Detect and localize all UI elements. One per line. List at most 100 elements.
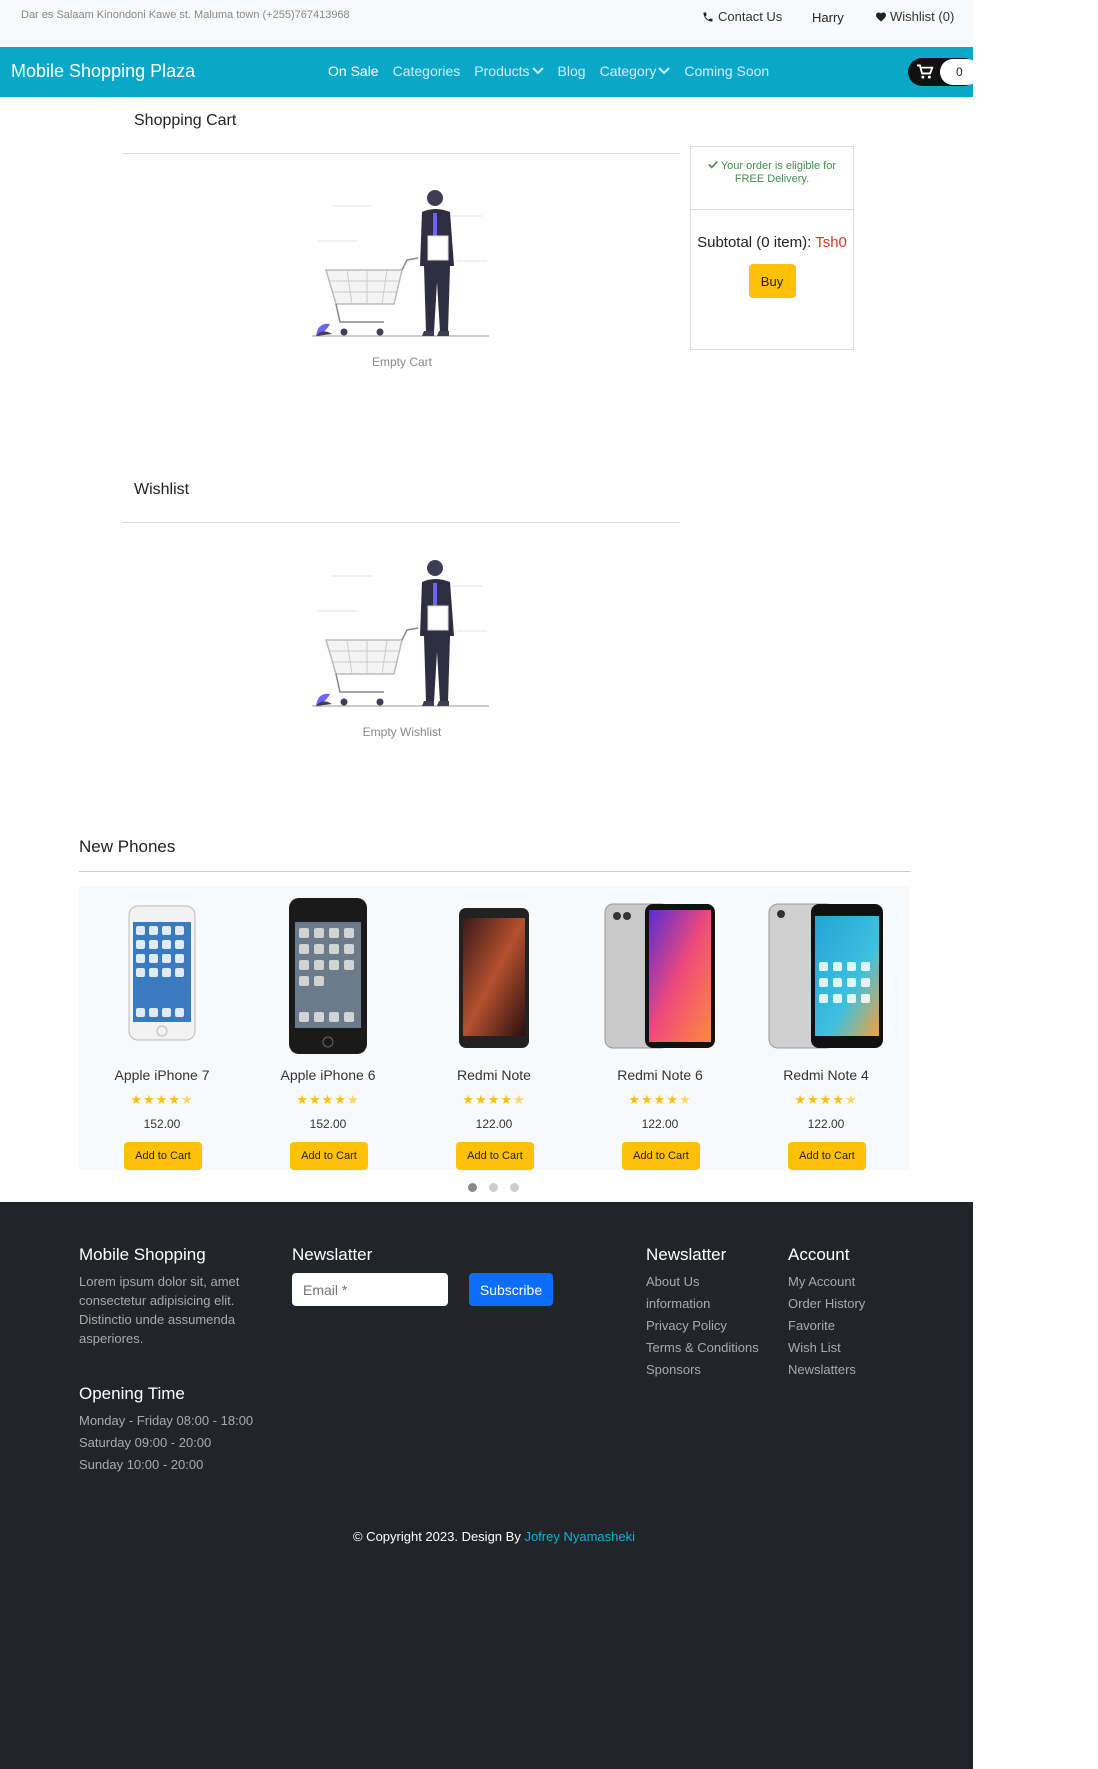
email-input[interactable] — [292, 1273, 448, 1306]
buy-button[interactable]: Buy — [748, 264, 796, 298]
cart-count: 0 — [940, 59, 980, 85]
nav-blog[interactable]: Blog — [558, 63, 586, 79]
nav-on-sale[interactable]: On Sale — [328, 63, 379, 79]
footer-link-order-history[interactable]: Order History — [788, 1293, 865, 1315]
store-address: Dar es Salaam Kinondoni Kawe st. Maluma … — [21, 9, 350, 21]
add-to-cart-button[interactable]: Add to Cart — [622, 1142, 700, 1170]
free-delivery-notice: Your order is eligible for FREE Delivery… — [691, 147, 853, 210]
product-price: 122.00 — [807, 1117, 845, 1131]
wishlist-divider — [122, 522, 680, 523]
footer-opening-title: Opening Time — [79, 1384, 185, 1403]
nav-coming-soon[interactable]: Coming Soon — [684, 63, 769, 79]
subtotal: Subtotal (0 item): Tsh0 — [691, 232, 853, 254]
footer-link-about[interactable]: About Us — [646, 1271, 759, 1293]
chevron-down-icon — [658, 67, 671, 75]
author-link[interactable]: Jofrey Nyamasheki — [524, 1529, 635, 1544]
footer-link-newsletters[interactable]: Newslatters — [788, 1359, 865, 1381]
nav-links: On Sale Categories Products Blog Categor… — [328, 63, 769, 79]
heart-icon — [876, 12, 886, 21]
product-price: 152.00 — [309, 1117, 347, 1131]
carousel-dot[interactable] — [510, 1183, 519, 1192]
new-phones-title: New Phones — [79, 837, 176, 856]
footer-link-favorite[interactable]: Favorite — [788, 1315, 865, 1337]
user-name[interactable]: Harry — [812, 10, 844, 25]
carousel-dot[interactable] — [468, 1183, 477, 1192]
footer-links-title: Newslatter — [646, 1245, 727, 1264]
redmi-note-4-image — [768, 903, 883, 1049]
wishlist-title: Wishlist — [134, 481, 190, 498]
nav-products[interactable]: Products — [474, 63, 544, 79]
carousel-dot[interactable] — [489, 1183, 498, 1192]
phone-icon — [703, 12, 713, 21]
footer-link-privacy[interactable]: Privacy Policy — [646, 1315, 759, 1337]
iphone-7-image — [128, 905, 196, 1041]
footer-links: About Us information Privacy Policy Term… — [646, 1271, 759, 1381]
footer-link-information[interactable]: information — [646, 1293, 759, 1315]
nav-products-label: Products — [474, 63, 530, 79]
footer-about-text: Lorem ipsum dolor sit, amet consectetur … — [79, 1274, 240, 1346]
top-bar: Dar es Salaam Kinondoni Kawe st. Maluma … — [0, 0, 973, 47]
cart-divider — [122, 153, 680, 154]
product-name[interactable]: Redmi Note — [414, 1067, 574, 1083]
rating-stars: ★★★★★ — [462, 1092, 526, 1107]
empty-cart-text: Empty Cart — [371, 355, 432, 369]
nav-categories[interactable]: Categories — [393, 63, 461, 79]
cart-icon — [917, 64, 934, 79]
wishlist-label: Wishlist (0) — [890, 9, 955, 24]
footer-link-my-account[interactable]: My Account — [788, 1271, 865, 1293]
check-icon — [708, 161, 718, 169]
redmi-note-6-image — [604, 903, 715, 1049]
opening-weekday: Monday - Friday 08:00 - 18:00 — [79, 1413, 254, 1428]
product-name[interactable]: Redmi Note 4 — [746, 1067, 906, 1083]
nav-category[interactable]: Category — [600, 63, 671, 79]
copyright: © Copyright 2023. Design By Jofrey Nyama… — [0, 1529, 988, 1544]
opening-sunday: Sunday 10:00 - 20:00 — [79, 1457, 204, 1472]
rating-stars: ★★★★★ — [130, 1092, 194, 1107]
footer: Mobile Shopping Lorem ipsum dolor sit, a… — [0, 1202, 973, 1769]
footer-account-title: Account — [788, 1245, 850, 1264]
contact-us-link[interactable]: Contact Us — [702, 9, 782, 24]
chevron-down-icon — [531, 67, 544, 75]
footer-newsletter-title: Newslatter — [292, 1245, 373, 1264]
add-to-cart-button[interactable]: Add to Cart — [788, 1142, 866, 1170]
contact-us-label: Contact Us — [718, 9, 783, 24]
rating-stars: ★★★★★ — [794, 1092, 858, 1107]
product-price: 122.00 — [641, 1117, 679, 1131]
opening-saturday: Saturday 09:00 - 20:00 — [79, 1435, 212, 1450]
carousel-indicators — [468, 1183, 519, 1192]
product-price: 122.00 — [475, 1117, 513, 1131]
product-name[interactable]: Apple iPhone 7 — [82, 1067, 242, 1083]
copyright-text: © Copyright 2023. Design By — [352, 1529, 521, 1544]
rating-stars: ★★★★★ — [628, 1092, 692, 1107]
cart-button[interactable]: 0 — [908, 58, 980, 86]
footer-link-sponsors[interactable]: Sponsors — [646, 1359, 759, 1381]
footer-link-wish-list[interactable]: Wish List — [788, 1337, 865, 1359]
add-to-cart-button[interactable]: Add to Cart — [456, 1142, 534, 1170]
iphone-6-image — [289, 898, 367, 1054]
brand-logo[interactable]: Mobile Shopping Plaza — [11, 61, 195, 82]
main-navbar: Mobile Shopping Plaza On Sale Categories… — [0, 47, 980, 97]
footer-about-title: Mobile Shopping — [79, 1245, 206, 1264]
rating-stars: ★★★★★ — [296, 1092, 360, 1107]
subtotal-label: Subtotal (0 item): — [697, 234, 812, 251]
wishlist-link[interactable]: Wishlist (0) — [875, 9, 954, 24]
empty-cart-illustration — [312, 190, 489, 337]
new-phones-divider — [79, 871, 910, 872]
subscribe-button[interactable]: Subscribe — [469, 1273, 553, 1306]
product-name[interactable]: Apple iPhone 6 — [248, 1067, 408, 1083]
empty-wishlist-illustration — [312, 560, 489, 707]
add-to-cart-button[interactable]: Add to Cart — [124, 1142, 202, 1170]
nav-category-label: Category — [599, 63, 657, 79]
empty-wishlist-text: Empty Wishlist — [362, 725, 442, 739]
free-delivery-text: Your order is eligible for FREE Delivery… — [720, 160, 836, 185]
redmi-note-image — [459, 908, 529, 1048]
cart-title: Shopping Cart — [134, 112, 237, 129]
footer-account-links: My Account Order History Favorite Wish L… — [788, 1271, 865, 1381]
product-name[interactable]: Redmi Note 6 — [580, 1067, 740, 1083]
order-summary: Your order is eligible for FREE Delivery… — [690, 146, 854, 350]
footer-link-terms[interactable]: Terms & Conditions — [646, 1337, 759, 1359]
product-price: 152.00 — [143, 1117, 181, 1131]
opening-hours: Monday - Friday 08:00 - 18:00 Saturday 0… — [79, 1410, 253, 1476]
subtotal-amount: Tsh0 — [815, 234, 847, 251]
add-to-cart-button[interactable]: Add to Cart — [290, 1142, 368, 1170]
